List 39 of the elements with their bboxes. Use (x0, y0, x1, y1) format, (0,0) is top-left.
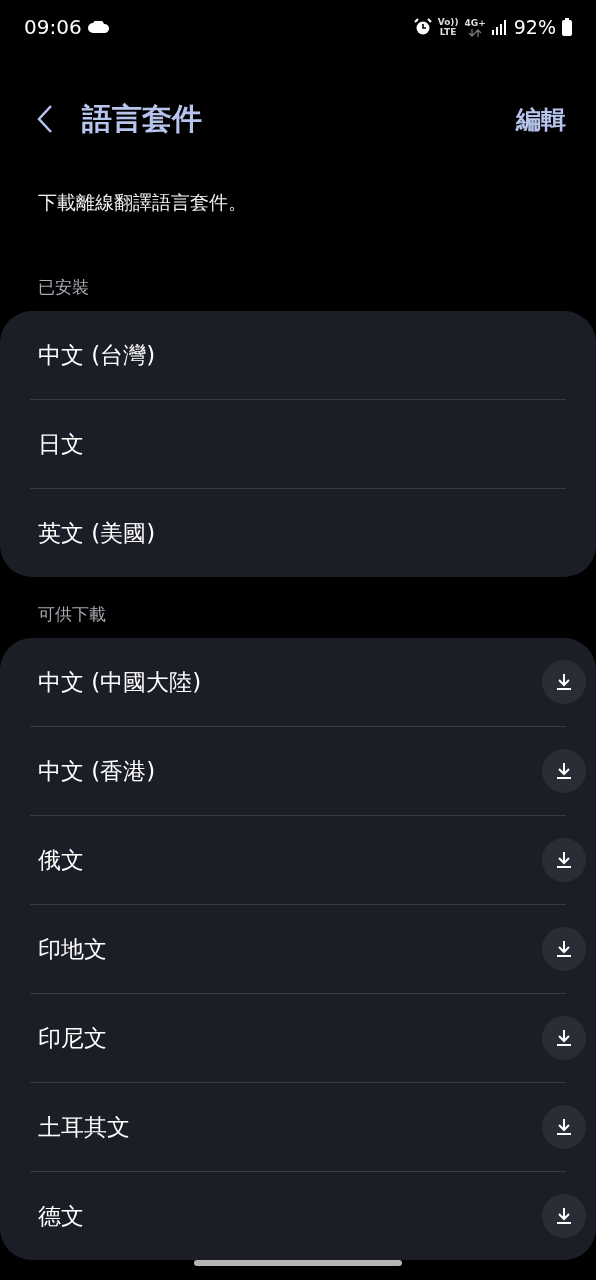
download-button[interactable] (542, 1105, 586, 1149)
alarm-icon (413, 18, 432, 36)
battery-icon (562, 18, 572, 36)
section-label: 已安裝 (38, 276, 90, 299)
download-button[interactable] (542, 838, 586, 882)
language-item[interactable]: 印尼文 (30, 1022, 542, 1054)
download-icon (554, 1028, 574, 1048)
download-button[interactable] (542, 927, 586, 971)
volte-indicator: Vo)) LTE (437, 17, 459, 37)
language-item[interactable]: 印地文 (30, 933, 542, 965)
back-button[interactable] (36, 104, 54, 134)
download-icon (554, 672, 574, 692)
description-text: 下載離線翻譯語言套件。 (38, 190, 248, 215)
download-button[interactable] (542, 1194, 586, 1238)
download-icon (554, 939, 574, 959)
download-button[interactable] (542, 660, 586, 704)
language-item[interactable]: 中文 (台灣) (30, 339, 566, 371)
download-icon (554, 1117, 574, 1137)
download-icon (554, 850, 574, 870)
status-time: 09:06 (24, 15, 82, 39)
download-icon (554, 761, 574, 781)
network-indicator: 4G+ (464, 17, 486, 37)
battery-percent: 92% (513, 16, 556, 38)
language-item[interactable]: 俄文 (30, 844, 542, 876)
language-item[interactable]: 中文 (中國大陸) (30, 666, 542, 698)
page-title: 語言套件 (82, 99, 203, 138)
edit-button[interactable]: 編輯 (516, 102, 566, 136)
language-item[interactable]: 土耳其文 (30, 1111, 542, 1143)
download-icon (554, 1206, 574, 1226)
data-arrows-icon (468, 28, 483, 37)
signal-icon (491, 19, 508, 35)
language-item[interactable]: 日文 (30, 428, 566, 460)
language-item[interactable]: 英文 (美國) (30, 517, 566, 549)
download-button[interactable] (542, 749, 586, 793)
download-button[interactable] (542, 1016, 586, 1060)
language-item[interactable]: 中文 (香港) (30, 755, 542, 787)
language-item[interactable]: 德文 (30, 1200, 542, 1232)
section-label: 可供下載 (38, 603, 107, 626)
cloud-icon (87, 21, 110, 33)
